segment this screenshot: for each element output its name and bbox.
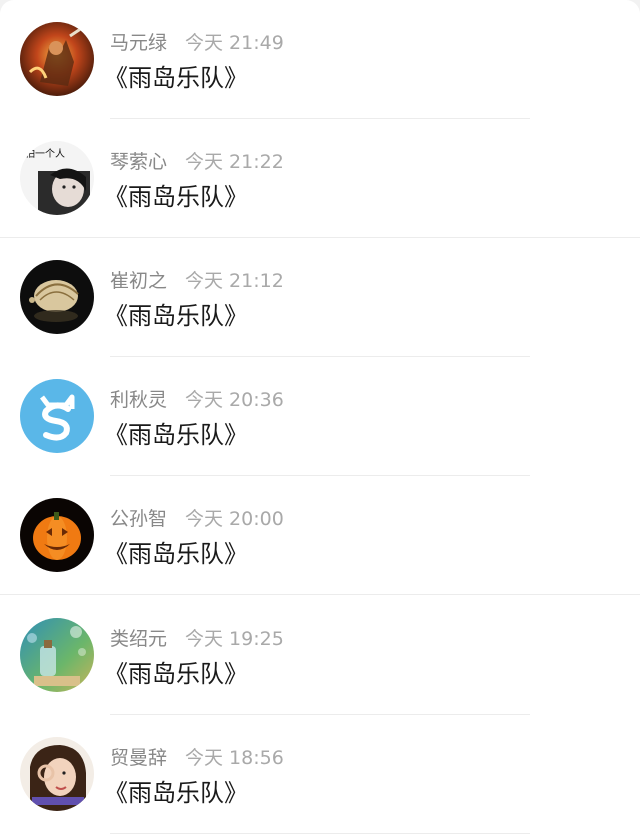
username[interactable]: 马元绿 xyxy=(110,32,167,54)
username[interactable]: 琴萦心 xyxy=(110,151,167,173)
username[interactable]: 公孙智 xyxy=(110,508,167,530)
comment-text: 《雨岛乐队》 xyxy=(104,302,248,330)
timestamp: 今天 21:22 xyxy=(185,151,284,173)
comment-text: 《雨岛乐队》 xyxy=(104,660,248,688)
user-avatar[interactable]: 怕一个人 xyxy=(20,141,94,215)
girl-ok-hand-avatar-icon xyxy=(20,737,94,811)
username[interactable]: 类绍元 xyxy=(110,628,167,650)
comment-item[interactable]: 类绍元 今天 19:25 《雨岛乐队》 xyxy=(0,596,640,715)
username[interactable]: 贸曼辞 xyxy=(110,747,167,769)
comment-text: 《雨岛乐队》 xyxy=(104,421,248,449)
comment-text: 《雨岛乐队》 xyxy=(104,779,248,807)
user-avatar[interactable] xyxy=(20,618,94,692)
timestamp: 今天 18:56 xyxy=(185,747,284,769)
warrior-fire-avatar-icon xyxy=(20,22,94,96)
comment-item[interactable]: 怕一个人 琴萦心 今天 21:22 《雨岛乐队》 xyxy=(0,119,640,238)
pumpkin-avatar-icon xyxy=(20,498,94,572)
comment-text: 《雨岛乐队》 xyxy=(104,540,248,568)
seashell-avatar-icon xyxy=(20,260,94,334)
girl-photo-avatar-icon: 怕一个人 xyxy=(20,141,94,215)
user-avatar[interactable] xyxy=(20,22,94,96)
comment-list: 马元绿 今天 21:49 《雨岛乐队》 怕一个人 琴萦心 今天 21:22 《雨岛乐… xyxy=(0,0,640,836)
timestamp: 今天 19:25 xyxy=(185,628,284,650)
timestamp: 今天 21:49 xyxy=(185,32,284,54)
comment-item[interactable]: 崔初之 今天 21:12 《雨岛乐队》 xyxy=(0,238,640,357)
comment-text: 《雨岛乐队》 xyxy=(104,183,248,211)
user-avatar[interactable] xyxy=(20,498,94,572)
comment-text: 《雨岛乐队》 xyxy=(104,64,248,92)
username[interactable]: 利秋灵 xyxy=(110,389,167,411)
comment-item[interactable]: 公孙智 今天 20:00 《雨岛乐队》 xyxy=(0,476,640,595)
username[interactable]: 崔初之 xyxy=(110,270,167,292)
user-avatar[interactable] xyxy=(20,737,94,811)
user-avatar[interactable] xyxy=(20,260,94,334)
divider xyxy=(110,833,530,834)
timestamp: 今天 21:12 xyxy=(185,270,284,292)
timestamp: 今天 20:00 xyxy=(185,508,284,530)
cat-s-logo-avatar-icon xyxy=(20,379,94,453)
divider xyxy=(0,594,640,595)
bottle-bokeh-avatar-icon xyxy=(20,618,94,692)
comment-item[interactable]: 马元绿 今天 21:49 《雨岛乐队》 xyxy=(0,0,640,119)
comment-item[interactable]: 贸曼辞 今天 18:56 《雨岛乐队》 xyxy=(0,715,640,834)
comment-item[interactable]: 利秋灵 今天 20:36 《雨岛乐队》 xyxy=(0,357,640,476)
timestamp: 今天 20:36 xyxy=(185,389,284,411)
avatar-caption: 怕一个人 xyxy=(25,147,65,160)
user-avatar[interactable] xyxy=(20,379,94,453)
